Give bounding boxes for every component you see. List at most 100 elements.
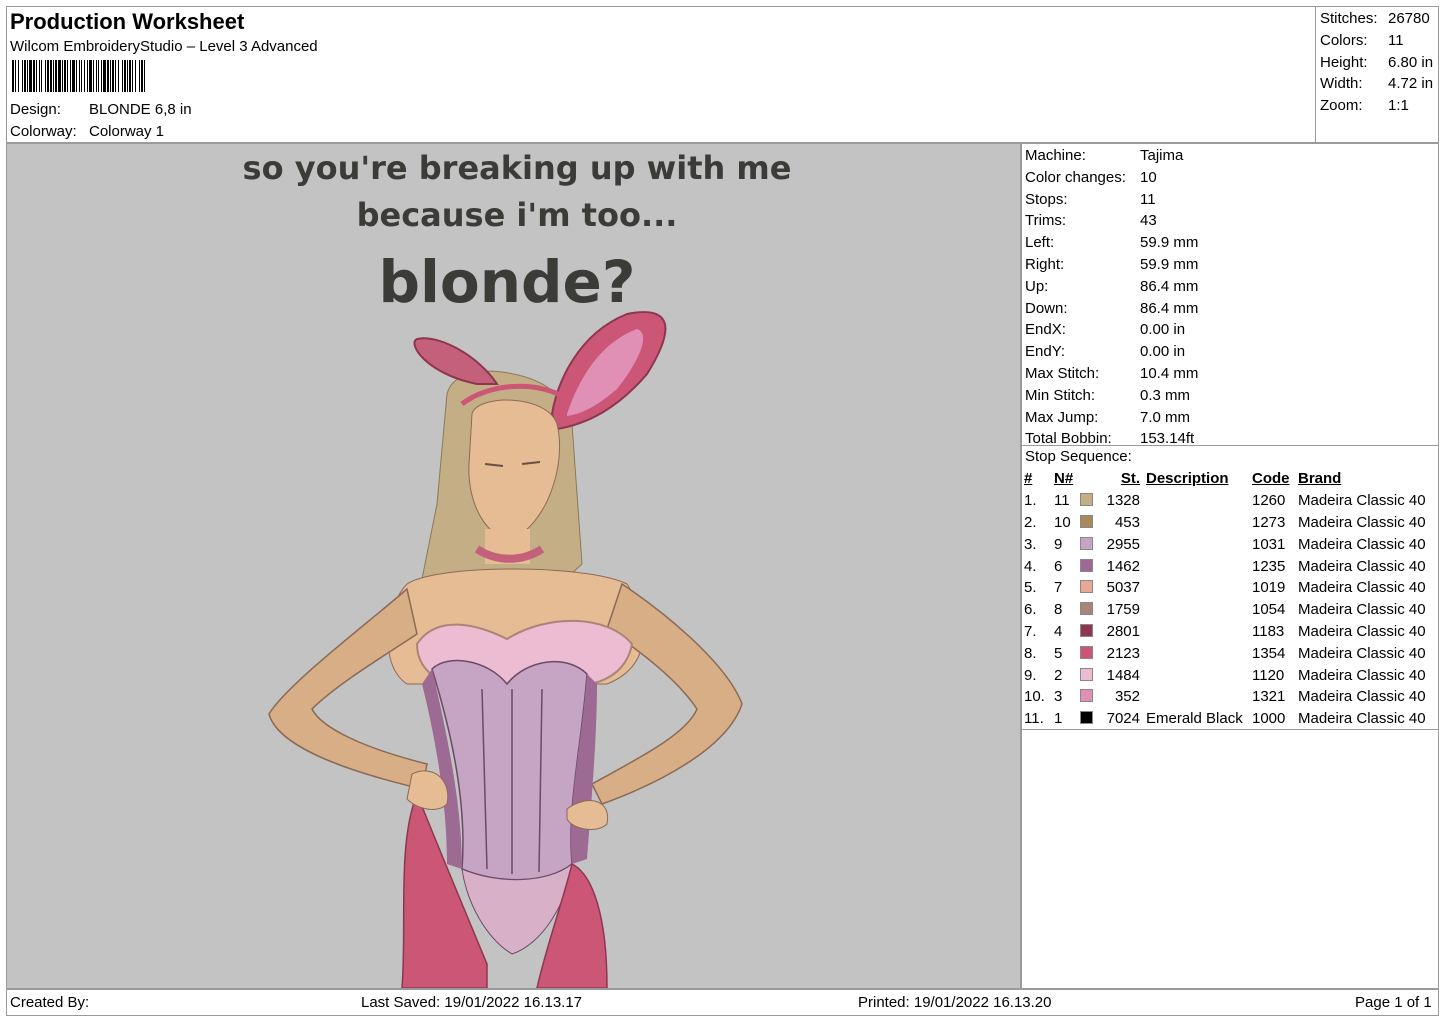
barcode-bar [12,60,14,92]
color-swatch-cell [1080,642,1098,664]
color-swatch-cell [1080,708,1098,730]
stitch-count: 1484 [1106,666,1140,684]
color-swatch-cell [1080,686,1098,708]
machine-stat-value: 10.4 mm [1140,364,1199,382]
thread-description [1140,533,1252,555]
colorway-label: Colorway: [10,123,77,140]
thread-code: 1183 [1252,622,1285,640]
machine-stat-label: Max Jump: [1025,408,1099,426]
worksheet-footer: Created By: Last Saved: 19/01/2022 16.13… [6,989,1439,1016]
machine-stat-value: 7.0 mm [1140,408,1191,426]
machine-info-panel: Machine: Tajima Color changes: 10 Stops: 11 Tr… [1021,143,1439,989]
barcode-bar [72,60,75,92]
stitch-count: 7024 [1106,710,1140,728]
machine-stat-row: Machine: Tajima [1022,145,1438,167]
thread-code: 1235 [1252,557,1286,575]
barcode-bar [45,60,46,92]
thread-code: 1260 [1252,492,1286,510]
machine-stat-value: 59.9 mm [1140,255,1199,273]
stop-index: 3. [1024,535,1037,553]
color-swatch-cell [1080,490,1098,512]
embroidery-design-image: so you're breaking up with me because i'… [243,149,791,988]
thread-description [1140,599,1252,621]
machine-stat-label: Stops: [1025,190,1068,208]
stop-sequence-row: 1. 11 1328 1260 Madeira Classic 40 [1024,490,1426,512]
thread-brand: Madeira Classic 40 [1298,535,1426,553]
color-swatch [1080,623,1093,637]
col-swatch-header [1080,468,1098,490]
machine-stat-value: 86.4 mm [1140,277,1199,295]
colorway-value: Colorway 1 [89,123,165,140]
barcode-bar [118,60,119,92]
thread-description [1140,621,1252,643]
color-swatch [1080,493,1093,507]
stop-sequence-row: 3. 9 2955 1031 Madeira Classic 40 [1024,533,1426,555]
machine-stat-label: Max Stitch: [1025,364,1100,382]
barcode-bar [24,60,26,92]
thread-code: 1054 [1252,601,1286,619]
colorway-row: Colorway: Colorway 1 [10,123,164,140]
barcode-bar [132,60,133,92]
stop-index: 8. [1024,644,1037,662]
stop-sequence-header-row: # N# St. Description Code Brand [1024,468,1426,490]
machine-stat-row: Right: 59.9 mm [1022,254,1438,276]
barcode-bar [29,60,32,92]
stop-sequence-row: 6. 8 1759 1054 Madeira Classic 40 [1024,599,1426,621]
summary-value: 4.72 in [1388,75,1434,93]
barcode-bar [122,60,123,92]
last-saved: Last Saved: 19/01/2022 16.13.17 [361,994,583,1011]
machine-stat-label: Min Stitch: [1025,386,1096,404]
barcode-bar [103,60,106,92]
stitch-count: 2123 [1106,644,1140,662]
color-swatch-cell [1080,664,1098,686]
machine-stat-label: Up: [1025,277,1049,295]
color-swatch [1080,689,1093,703]
barcode-bar [70,60,71,92]
barcode-bar [47,60,49,92]
color-swatch [1080,580,1093,594]
needle-number: 6 [1054,557,1063,575]
barcode-bar [127,60,128,92]
stitch-count: 2955 [1106,535,1140,553]
stop-index: 1. [1024,492,1037,510]
barcode-bar [98,60,99,92]
machine-stat-row: Down: 86.4 mm [1022,298,1438,320]
barcode-bar [55,60,57,92]
machine-stat-row: Up: 86.4 mm [1022,276,1438,298]
stitch-count: 352 [1114,688,1140,706]
color-swatch-cell [1080,512,1098,534]
barcode-bar [87,60,88,92]
thread-brand: Madeira Classic 40 [1298,622,1426,640]
barcode-bar [84,60,85,92]
color-swatch-cell [1080,599,1098,621]
thread-brand: Madeira Classic 40 [1298,601,1426,619]
summary-label: Height: [1320,53,1368,71]
summary-label: Width: [1320,75,1363,93]
machine-stat-label: Trims: [1025,212,1067,230]
stop-sequence-row: 4. 6 1462 1235 Madeira Classic 40 [1024,555,1426,577]
stop-index: 6. [1024,601,1037,619]
summary-value: 1:1 [1388,97,1409,115]
stitch-count: 5037 [1106,579,1140,597]
stitch-count: 453 [1114,513,1140,531]
machine-stats: Machine: Tajima Color changes: 10 Stops: 11 Tr… [1022,144,1438,447]
machine-stat-value: 10 [1140,168,1157,186]
barcode-bar [107,60,109,92]
thread-code: 1120 [1252,666,1285,684]
needle-number: 7 [1054,579,1063,597]
barcode-bar [110,60,111,92]
design-caption-line2: because i'm too... [357,196,678,234]
machine-stat-value: 59.9 mm [1140,234,1199,252]
needle-number: 11 [1054,492,1070,510]
thread-description [1140,664,1252,686]
barcode-bar [50,60,52,92]
color-swatch-cell [1080,533,1098,555]
stop-sequence-table: # N# St. Description Code Brand 1. 11 1328… [1024,468,1426,730]
machine-stat-value: 86.4 mm [1140,299,1199,317]
bunny-ear-left [413,337,499,385]
barcode-bar [96,60,97,92]
machine-stat-value: 0.00 in [1140,321,1186,339]
summary-stitches: Stitches: 26780 [1320,8,1439,30]
needle-number: 2 [1054,666,1063,684]
summary-zoom: Zoom: 1:1 [1320,95,1439,117]
